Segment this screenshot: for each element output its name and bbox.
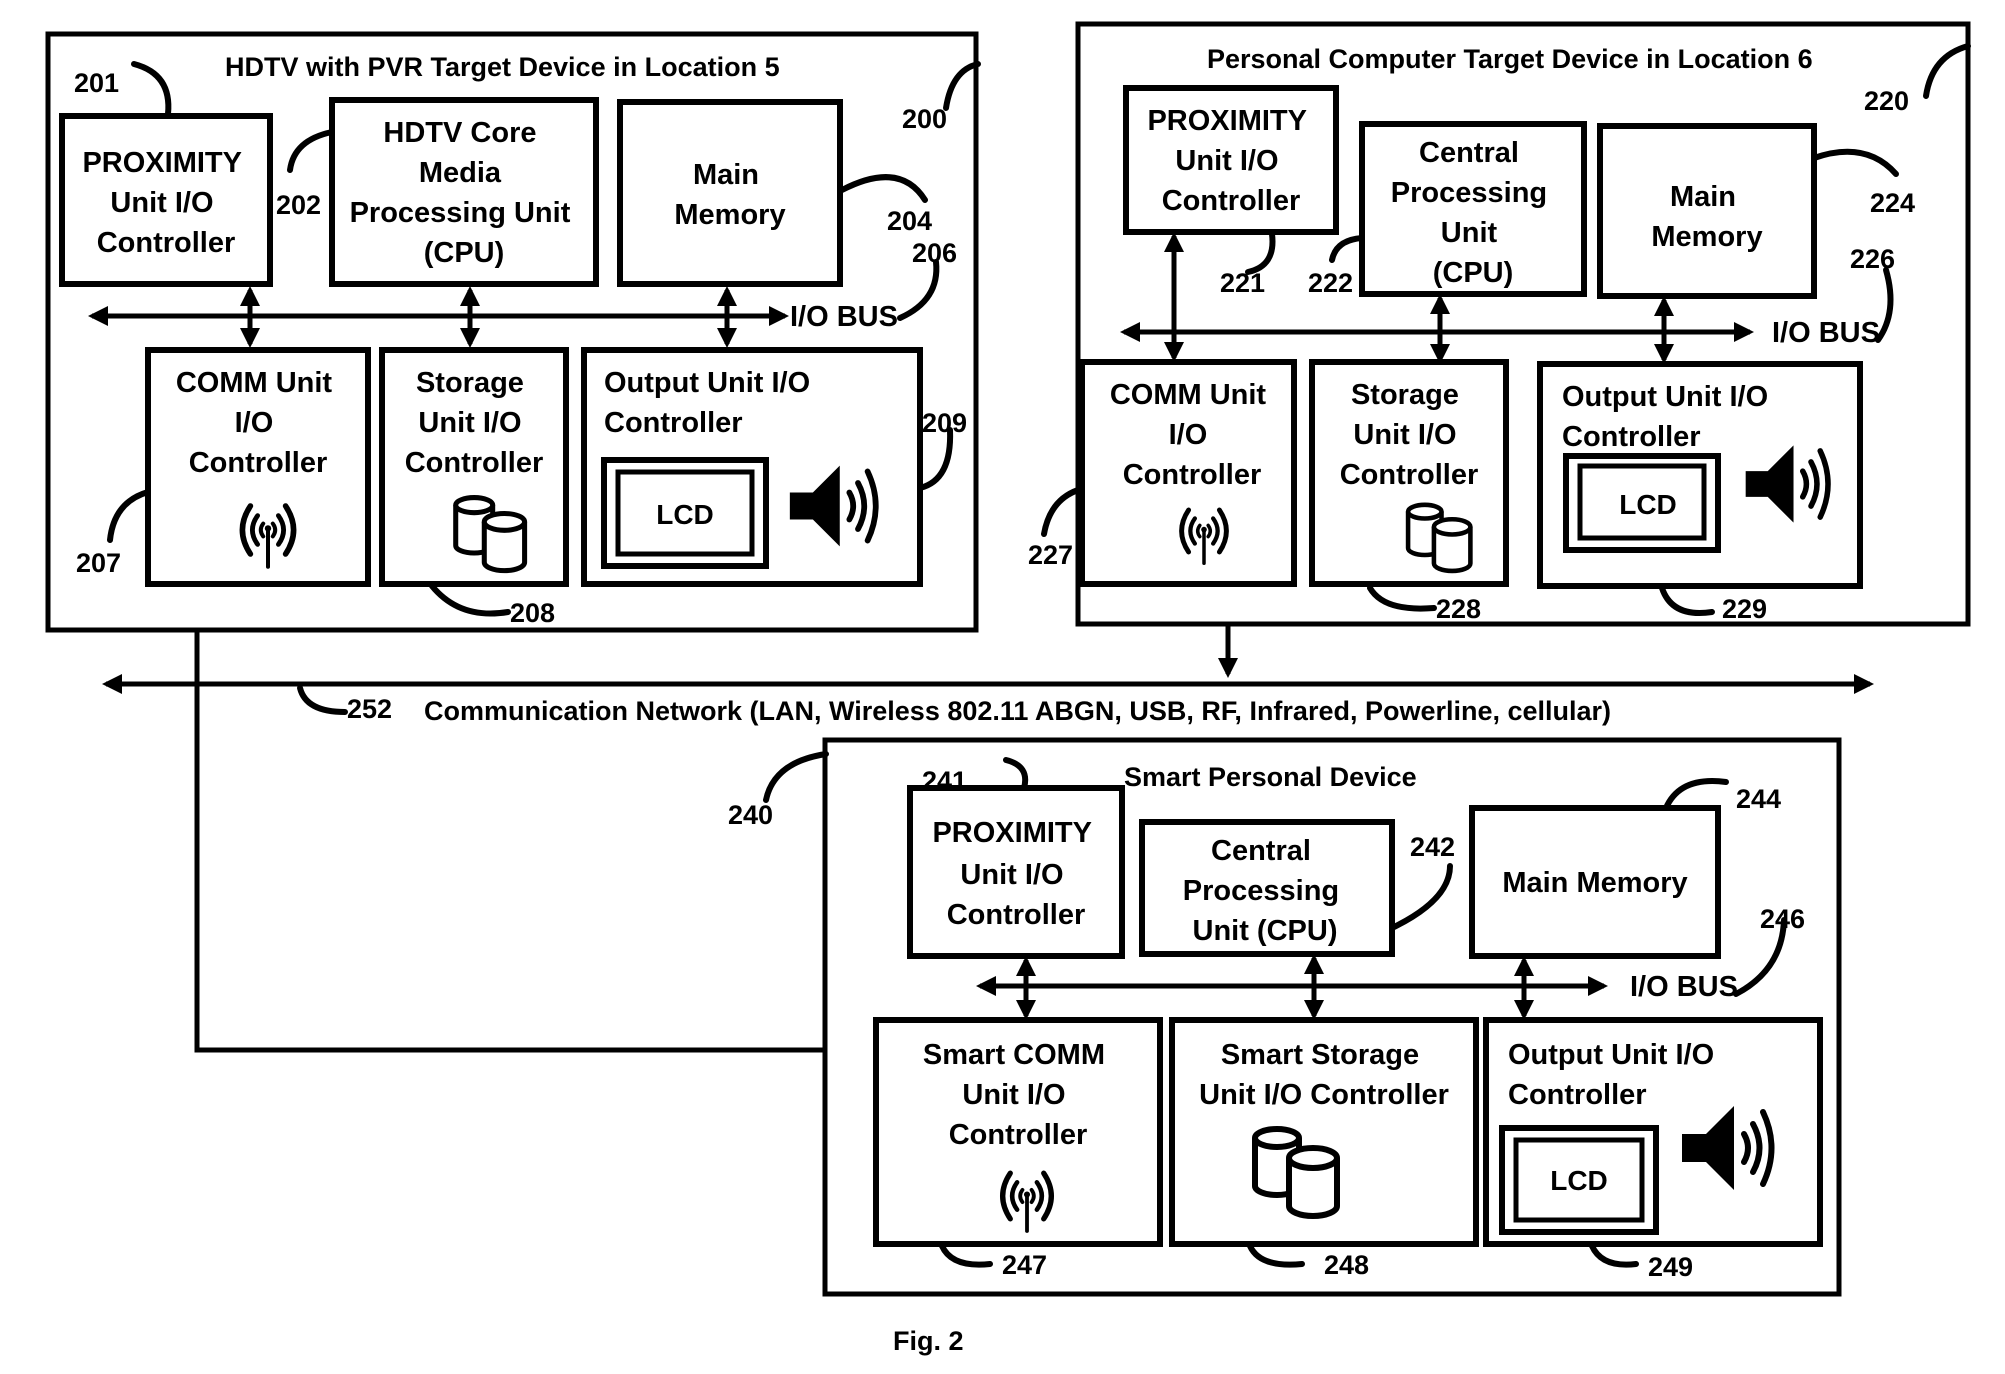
ref-226: 226 xyxy=(1850,244,1895,274)
hdtv-memory-box xyxy=(617,99,843,287)
lcd-screen-icon: LCD xyxy=(1563,453,1721,553)
ref-204: 204 xyxy=(887,206,932,236)
ref-209: 209 xyxy=(922,408,967,438)
device-pc: Personal Computer Target Device in Locat… xyxy=(1028,21,1971,627)
ref-246: 246 xyxy=(1760,904,1805,934)
lcd-label: LCD xyxy=(656,499,714,530)
leader-252 xyxy=(297,685,348,715)
ref-201: 201 xyxy=(74,68,119,98)
hdtv-storage-label: Storage Unit I/O Controller xyxy=(405,367,544,479)
ref-241: 241 xyxy=(922,766,967,796)
ref-248: 248 xyxy=(1324,1250,1369,1280)
device-smart: Smart Personal Device 240 PROXIMITY Unit… xyxy=(728,737,1842,1297)
ref-206: 206 xyxy=(912,238,957,268)
ref-229: 229 xyxy=(1722,594,1767,624)
ref-221: 221 xyxy=(1220,268,1265,298)
ref-252: 252 xyxy=(347,694,392,724)
ref-242: 242 xyxy=(1410,832,1455,862)
ref-247: 247 xyxy=(1002,1250,1047,1280)
ref-208: 208 xyxy=(510,598,555,628)
ref-207: 207 xyxy=(76,548,121,578)
ref-224: 224 xyxy=(1870,188,1915,218)
leader-227 xyxy=(1041,487,1081,537)
device-hdtv: HDTV with PVR Target Device in Location … xyxy=(45,31,981,633)
ref-222: 222 xyxy=(1308,268,1353,298)
figure-2-diagram: 252 Communication Network (LAN, Wireless… xyxy=(45,21,1971,1356)
pc-io-bus-label: I/O BUS xyxy=(1772,317,1880,349)
smart-io-bus-label: I/O BUS xyxy=(1630,971,1738,1003)
leader-240 xyxy=(763,751,829,803)
pc-storage-label: Storage Unit I/O Controller xyxy=(1340,379,1479,491)
ref-249: 249 xyxy=(1648,1252,1693,1282)
ref-228: 228 xyxy=(1436,594,1481,624)
lcd-label: LCD xyxy=(1550,1165,1608,1196)
hdtv-io-bus-label: I/O BUS xyxy=(790,301,898,333)
lcd-label: LCD xyxy=(1619,489,1677,520)
figure-caption: Fig. 2 xyxy=(893,1326,964,1356)
ref-200: 200 xyxy=(902,104,947,134)
lcd-screen-icon: LCD xyxy=(601,457,769,569)
ref-227: 227 xyxy=(1028,540,1073,570)
ref-202: 202 xyxy=(276,190,321,220)
network-label: Communication Network (LAN, Wireless 802… xyxy=(424,696,1611,726)
device-smart-title: Smart Personal Device xyxy=(1124,762,1417,792)
lcd-screen-icon: LCD xyxy=(1499,1125,1659,1235)
smart-memory-label: Main Memory xyxy=(1502,867,1687,899)
ref-244: 244 xyxy=(1736,784,1781,814)
device-hdtv-title: HDTV with PVR Target Device in Location … xyxy=(225,52,780,82)
ref-220: 220 xyxy=(1864,86,1909,116)
ref-240: 240 xyxy=(728,800,773,830)
device-pc-title: Personal Computer Target Device in Locat… xyxy=(1207,44,1813,74)
